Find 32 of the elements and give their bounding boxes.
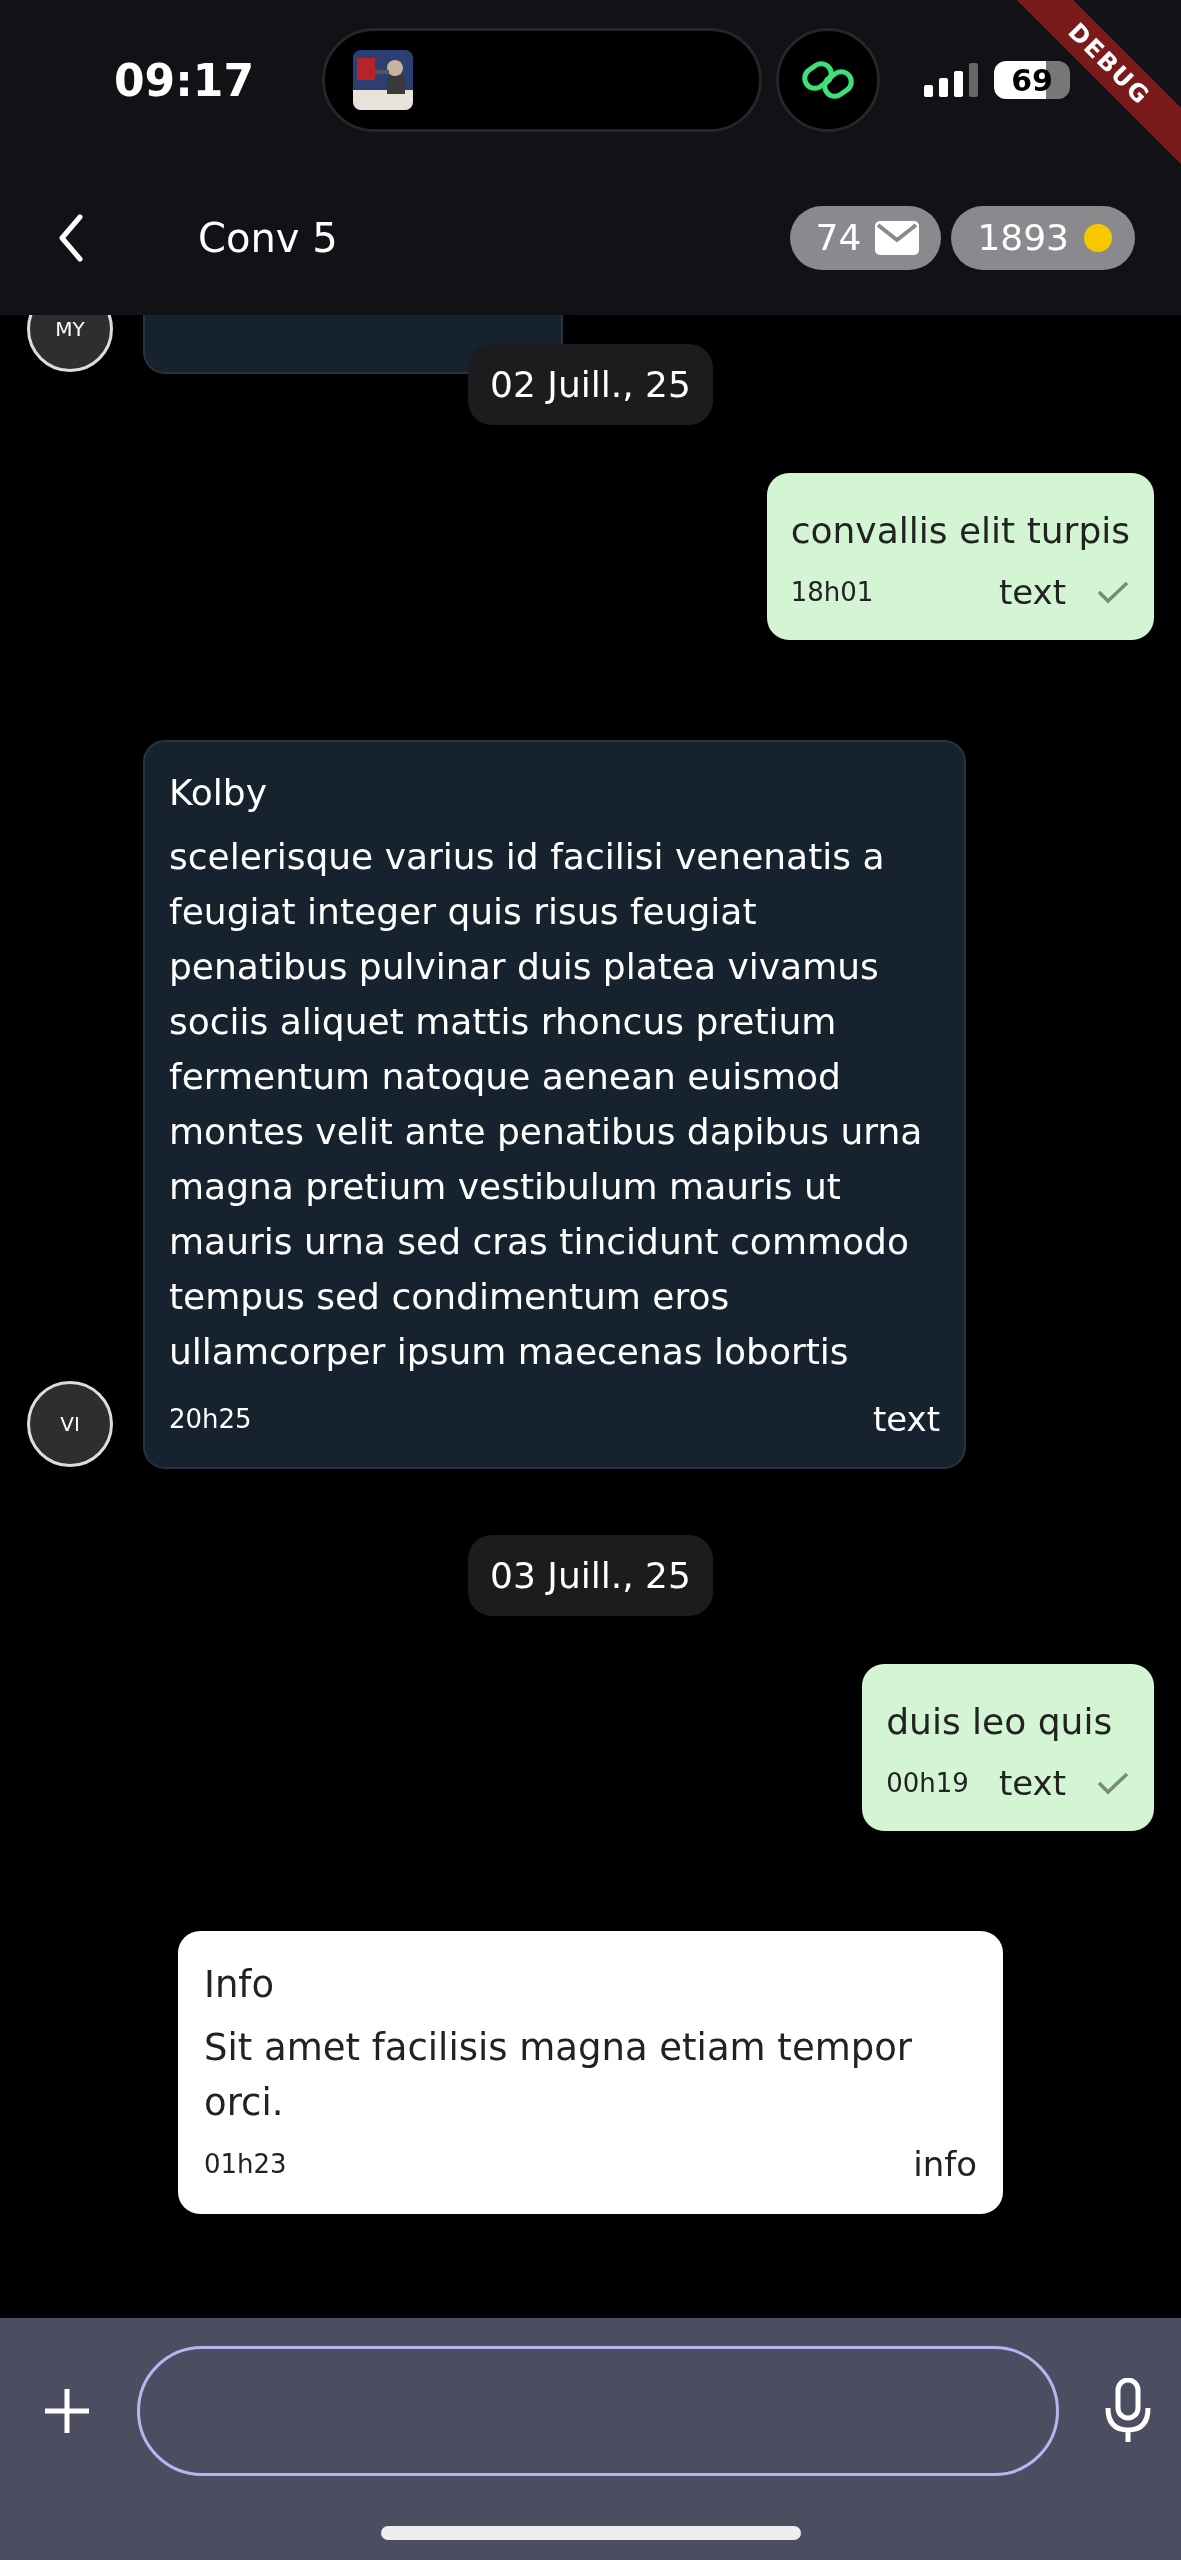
add-button[interactable] [42,2386,92,2436]
status-time: 09:17 [114,54,256,106]
info-text: Sit amet facilisis magna etiam tempor orci. [204,2025,914,2126]
back-icon [56,212,86,263]
message-time: 20h25 [169,1404,253,1434]
message-time: 00h19 [886,1768,969,1798]
avatar: MY [27,315,113,372]
message-text: duis leo quis [886,1700,1114,1744]
battery-level: 69 [1011,62,1053,98]
microphone-icon [1103,2378,1153,2444]
message-time: 01h23 [204,2149,288,2179]
avatar: VI [27,1381,113,1467]
microphone-button[interactable] [1103,2378,1153,2444]
envelope-icon [875,220,920,255]
message-type: text [998,572,1066,612]
signal-icon [924,63,980,97]
plus-icon [42,2386,92,2436]
info-title: Info [204,1963,276,2006]
coin-balance-badge[interactable]: 1893 [951,205,1135,270]
sender-name: Kolby [169,772,268,813]
conversation-title: Conv 5 [198,214,339,261]
date-chip: 02 Juill., 25 [468,344,713,425]
coin-icon [1083,222,1113,253]
message-text: convallis elit turpis [790,509,1130,553]
message-time: 18h01 [790,577,875,607]
message-count-badge[interactable]: 74 [789,205,942,270]
message-type: info [913,2144,977,2184]
message-input[interactable] [137,2346,1059,2476]
message-text: scelerisque varius id facilisi venenatis a feugiat integer quis risus feugiat penatibus pulvinar duis platea vivamus sociis aliquet mattis rhoncus pretium fermentum natoque aenean euismod montes velit ante penatibus dapibus urna magna pretium vestibulum mauris ut mauris urna sed cras tincidunt commodo tempus sed condimentum eros ullamcorper ipsum maecenas lobortis [169,835,924,1374]
message-type: text [998,1763,1066,1803]
message-type: text [872,1399,940,1439]
date-chip: 03 Juill., 25 [468,1535,713,1616]
